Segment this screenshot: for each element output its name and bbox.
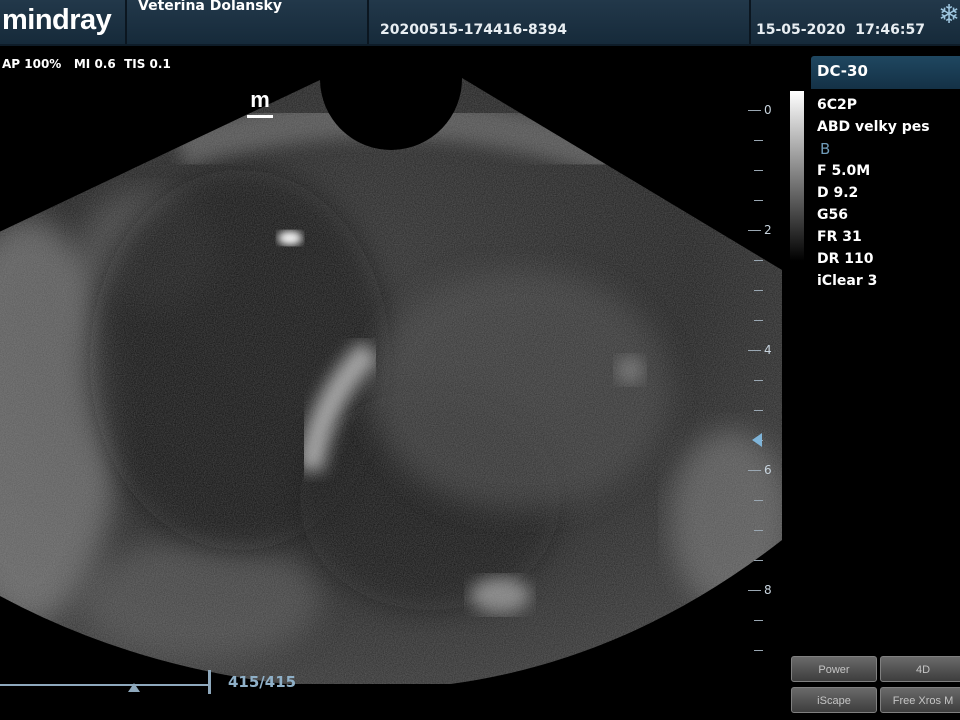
imaging-mode: B — [820, 140, 831, 158]
exam-id: 20200515-174416-8394 — [380, 22, 567, 38]
depth-tick — [748, 350, 761, 351]
grayscale-bar — [790, 91, 804, 261]
depth-tick — [754, 410, 763, 411]
depth-tick — [754, 290, 763, 291]
hospital-cell: Veterina Dolansky — [127, 0, 369, 44]
exam-cell: 20200515-174416-8394 — [369, 0, 751, 44]
depth-scale: 0 2 4 6 8 — [740, 100, 780, 660]
snowflake-icon: ❄ — [938, 0, 960, 30]
depth-value: D 9.2 — [817, 185, 859, 201]
orientation-marker: m — [247, 89, 273, 118]
depth-tick — [748, 230, 761, 231]
depth-tick — [754, 260, 763, 261]
model-tab: DC-30 — [811, 56, 960, 89]
depth-tick — [754, 170, 763, 171]
free-xros-m-button[interactable]: Free Xros M — [880, 687, 960, 713]
datetime: 15-05-2020 17:46:57 — [756, 22, 925, 38]
frame-rate-value: FR 31 — [817, 229, 862, 245]
probe-name: 6C2P — [817, 97, 858, 113]
gain-value: G56 — [817, 207, 848, 223]
depth-tick — [754, 320, 763, 321]
exam-preset: ABD velky pes — [817, 119, 930, 135]
acoustic-output-readout: AP 100% MI 0.6 TIS 0.1 — [2, 57, 171, 71]
depth-tick — [754, 620, 763, 621]
frequency-value: F 5.0M — [817, 163, 871, 179]
logo-cell: mindray — [0, 0, 127, 44]
hospital-name: Veterina Dolansky — [138, 0, 282, 14]
system-model: DC-30 — [817, 62, 868, 80]
4d-button[interactable]: 4D — [880, 656, 960, 682]
imaging-parameters: 6C2P ABD velky pes B F 5.0M D 9.2 G56 FR… — [817, 94, 930, 292]
depth-tick — [754, 560, 763, 561]
depth-label: 0 — [764, 103, 772, 117]
depth-tick — [748, 590, 761, 591]
depth-label: 4 — [764, 343, 772, 357]
cine-frame-count: 415/415 — [228, 673, 297, 691]
depth-tick — [754, 140, 763, 141]
depth-label: 8 — [764, 583, 772, 597]
datetime-cell: 15-05-2020 17:46:57 — [751, 0, 941, 44]
depth-label: 6 — [764, 463, 772, 477]
iscape-button[interactable]: iScape — [791, 687, 877, 713]
depth-tick — [754, 530, 763, 531]
cine-scrollbar[interactable] — [0, 670, 216, 694]
depth-tick — [754, 650, 763, 651]
focus-marker-icon[interactable] — [752, 433, 762, 447]
ultrasound-image[interactable] — [0, 44, 790, 684]
iclear-value: iClear 3 — [817, 273, 878, 289]
depth-tick — [748, 110, 761, 111]
depth-tick — [754, 380, 763, 381]
power-button[interactable]: Power — [791, 656, 877, 682]
cine-end-marker — [208, 670, 211, 694]
cine-track[interactable] — [0, 684, 210, 686]
depth-tick — [754, 500, 763, 501]
depth-tick — [748, 470, 761, 471]
dynamic-range-value: DR 110 — [817, 251, 874, 267]
header-bar: mindray Veterina Dolansky 20200515-17441… — [0, 0, 960, 46]
cine-slider-handle[interactable] — [128, 683, 140, 692]
depth-tick — [754, 200, 763, 201]
depth-label: 2 — [764, 223, 772, 237]
mindray-logo: mindray — [2, 4, 112, 36]
